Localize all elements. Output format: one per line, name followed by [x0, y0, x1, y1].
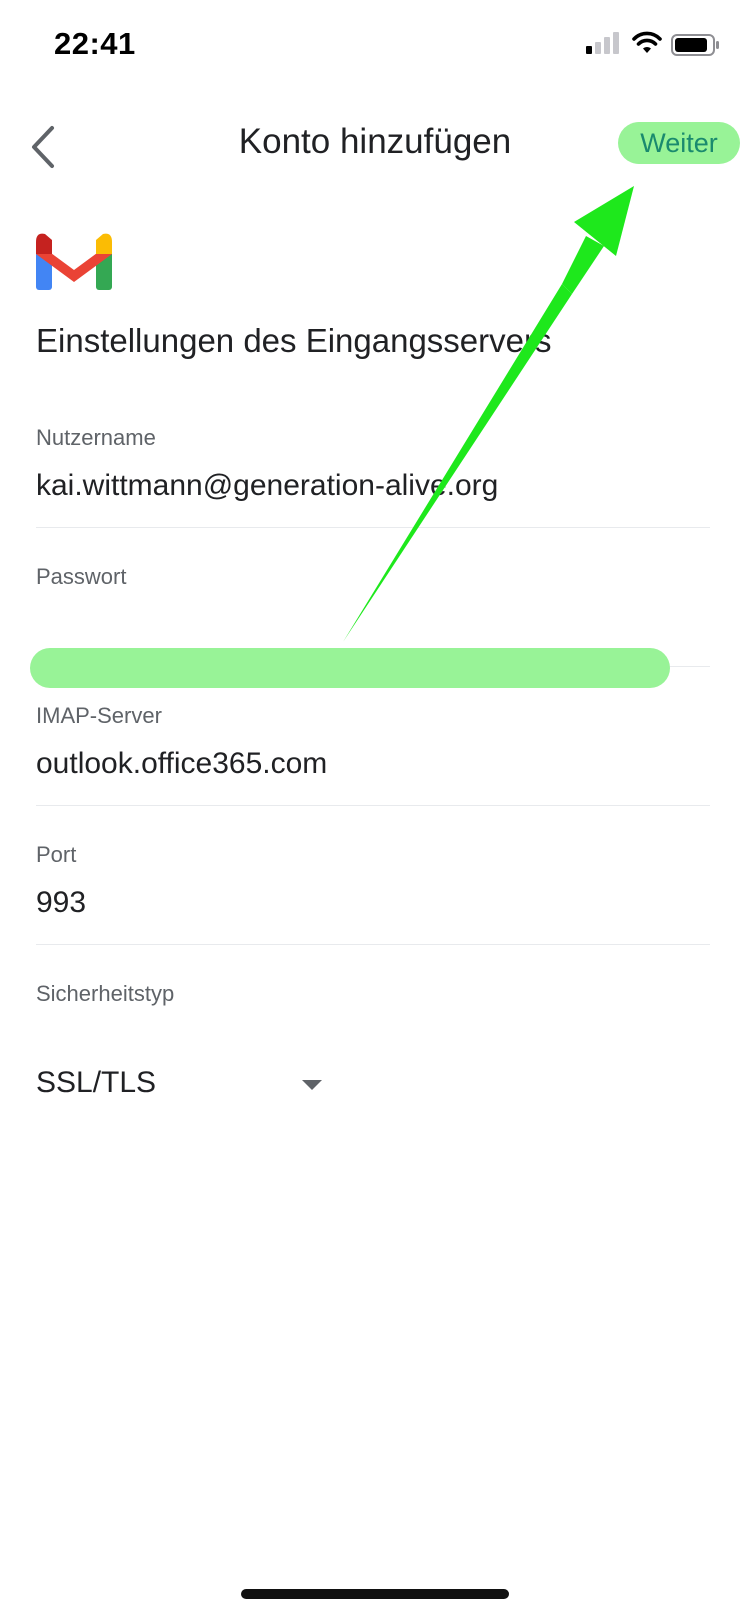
port-field[interactable]: Port 993 [36, 842, 710, 945]
imap-server-value[interactable]: outlook.office365.com [36, 747, 710, 781]
divider [36, 527, 710, 528]
security-type-value: SSL/TLS [36, 1066, 157, 1099]
imap-server-field[interactable]: IMAP-Server outlook.office365.com [36, 703, 710, 806]
status-bar: 22:41 [0, 0, 750, 90]
username-value[interactable]: kai.wittmann@generation-alive.org [36, 469, 710, 503]
imap-server-label: IMAP-Server [36, 703, 162, 728]
security-type-label: Sicherheitstyp [36, 981, 175, 1006]
security-type-field: Sicherheitstyp [36, 981, 710, 1007]
battery-icon [671, 34, 719, 56]
divider [36, 944, 710, 945]
username-field[interactable]: Nutzername kai.wittmann@generation-alive… [36, 425, 710, 528]
security-type-select[interactable]: SSL/TLS [36, 1066, 336, 1110]
password-label: Passwort [36, 564, 127, 589]
next-button[interactable]: Weiter [618, 122, 740, 164]
port-value[interactable]: 993 [36, 886, 710, 920]
username-label: Nutzername [36, 425, 156, 450]
port-label: Port [36, 842, 77, 867]
app-bar: Konto hinzufügen Weiter [0, 100, 750, 190]
password-input[interactable] [30, 648, 670, 688]
home-indicator[interactable] [241, 1589, 509, 1599]
status-time: 22:41 [54, 26, 136, 61]
annotation-arrow [343, 186, 634, 642]
password-field[interactable]: Passwort [36, 564, 710, 667]
page-heading: Einstellungen des Eingangsservers [36, 322, 552, 359]
cellular-signal-icon [586, 32, 619, 54]
divider [36, 805, 710, 806]
arrow-head [574, 186, 634, 256]
dropdown-arrow-icon [302, 1080, 322, 1090]
gmail-logo-icon [36, 233, 112, 290]
wifi-icon [632, 31, 662, 53]
